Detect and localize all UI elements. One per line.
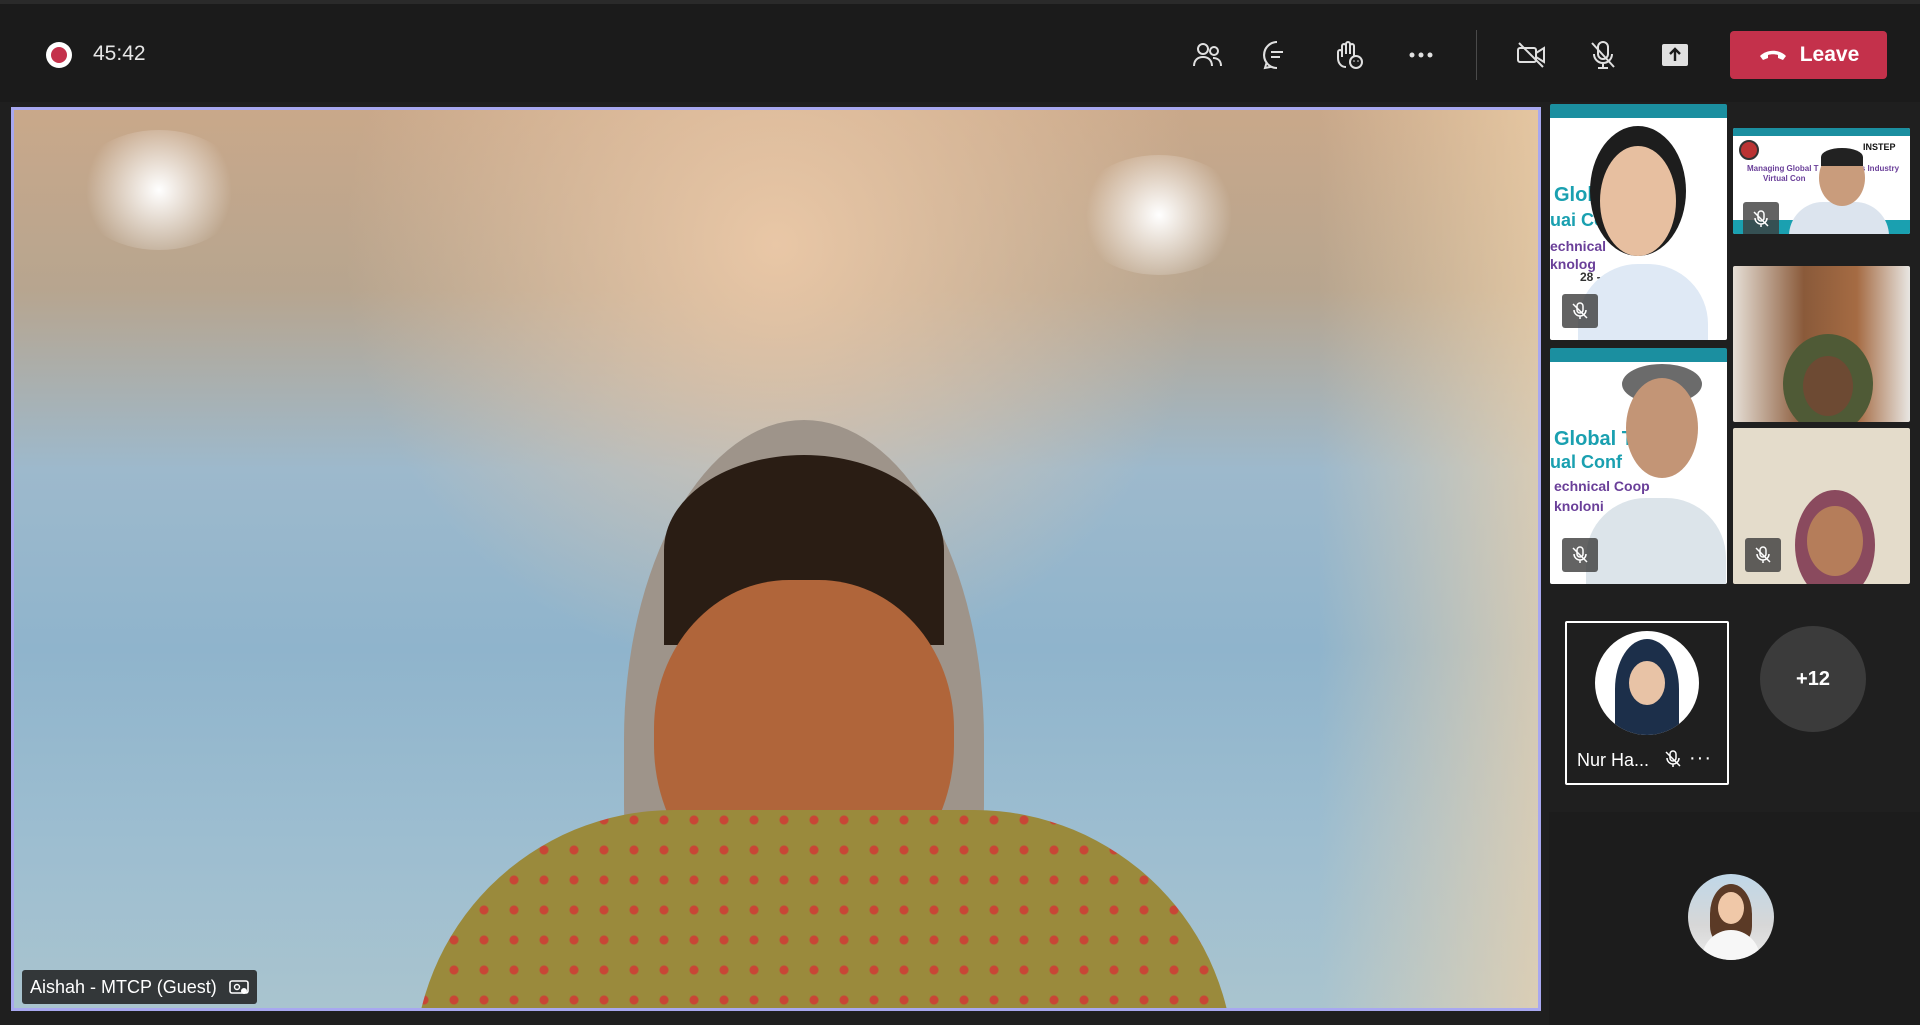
slide-banner xyxy=(1733,128,1910,136)
participant-face xyxy=(1807,506,1863,576)
share-tray-icon xyxy=(1662,44,1688,66)
more-participants-button[interactable]: +12 xyxy=(1760,626,1866,732)
slide-text: Managing Global T xyxy=(1747,164,1819,173)
speaker-clothing xyxy=(414,810,1234,1008)
hang-up-icon xyxy=(1759,50,1786,60)
screen-record-icon xyxy=(228,980,249,994)
participant-tile[interactable] xyxy=(1733,266,1910,422)
participant-face xyxy=(1600,146,1676,256)
toolbar-divider xyxy=(1476,30,1477,80)
self-view-tile[interactable]: Nur Ha... ··· xyxy=(1565,621,1729,785)
muted-indicator xyxy=(1562,538,1598,572)
chat-icon xyxy=(1263,41,1283,70)
mic-off-icon xyxy=(1755,546,1771,563)
mic-off-icon xyxy=(1753,210,1769,227)
slide-logo-text: INSTEP xyxy=(1863,142,1896,152)
mic-toggle-button[interactable] xyxy=(1580,32,1626,78)
avatar-face xyxy=(1718,892,1744,924)
recording-icon xyxy=(46,42,72,68)
slide-text: ual Conf xyxy=(1550,452,1622,472)
reactions-button[interactable] xyxy=(1326,32,1372,78)
self-view-more-button[interactable]: ··· xyxy=(1689,747,1712,770)
muted-indicator xyxy=(1743,202,1779,234)
people-icon xyxy=(1193,43,1222,67)
avatar[interactable] xyxy=(1688,874,1774,960)
slide-text: Virtual Con xyxy=(1763,174,1806,183)
participant-hair xyxy=(1821,148,1863,166)
more-actions-button[interactable] xyxy=(1398,32,1444,78)
slide-text: echnical xyxy=(1550,238,1607,254)
participant-tile[interactable] xyxy=(1733,428,1910,584)
ceiling-light xyxy=(74,130,244,250)
wall-shade xyxy=(1318,110,1538,1008)
avatar xyxy=(1595,631,1699,735)
camera-off-icon xyxy=(1517,42,1545,68)
slide-text: knoloni xyxy=(1554,498,1604,514)
participant-tile[interactable]: Global T ual Conf echnical Coop knoloni xyxy=(1550,348,1727,584)
participant-shirt xyxy=(1586,498,1726,584)
slide-text: Global T xyxy=(1554,428,1634,450)
mic-off-icon xyxy=(1591,41,1615,69)
main-speaker-video[interactable]: Aishah - MTCP (Guest) xyxy=(11,107,1541,1011)
ceiling-light xyxy=(1074,155,1244,275)
participants-button[interactable] xyxy=(1184,32,1230,78)
participant-face xyxy=(1626,378,1698,478)
self-view-name: Nur Ha... xyxy=(1577,750,1650,770)
chat-button[interactable] xyxy=(1254,32,1300,78)
mic-off-icon xyxy=(1572,546,1588,563)
muted-indicator xyxy=(1562,294,1598,328)
raise-hand-icon xyxy=(1337,41,1363,69)
leave-label: Leave xyxy=(1799,43,1860,66)
camera-toggle-button[interactable] xyxy=(1508,32,1554,78)
leave-button[interactable]: Leave xyxy=(1730,31,1887,79)
slide-logo-icon xyxy=(1739,140,1759,160)
participant-tile[interactable]: Global T uai Co echnical knolog 28 - xyxy=(1550,104,1727,340)
speaker-name-tag: Aishah - MTCP (Guest) xyxy=(22,970,257,1004)
avatar-face xyxy=(1629,661,1665,705)
share-screen-button[interactable] xyxy=(1652,32,1698,78)
meeting-toolbar: 45:42 Leave xyxy=(0,0,1920,102)
meeting-timer: 45:42 xyxy=(93,42,146,65)
speaker-name: Aishah - MTCP (Guest) xyxy=(30,976,217,997)
participant-face xyxy=(1803,356,1853,416)
mic-off-icon xyxy=(1665,750,1681,767)
slide-text: echnical Coop xyxy=(1554,478,1650,494)
participant-tile[interactable]: INSTEP Managing Global T b Gas Industry … xyxy=(1733,128,1910,234)
ellipsis-icon xyxy=(1409,52,1433,58)
participant-shirt xyxy=(1789,202,1889,234)
mic-off-icon xyxy=(1572,302,1588,319)
muted-indicator xyxy=(1745,538,1781,572)
